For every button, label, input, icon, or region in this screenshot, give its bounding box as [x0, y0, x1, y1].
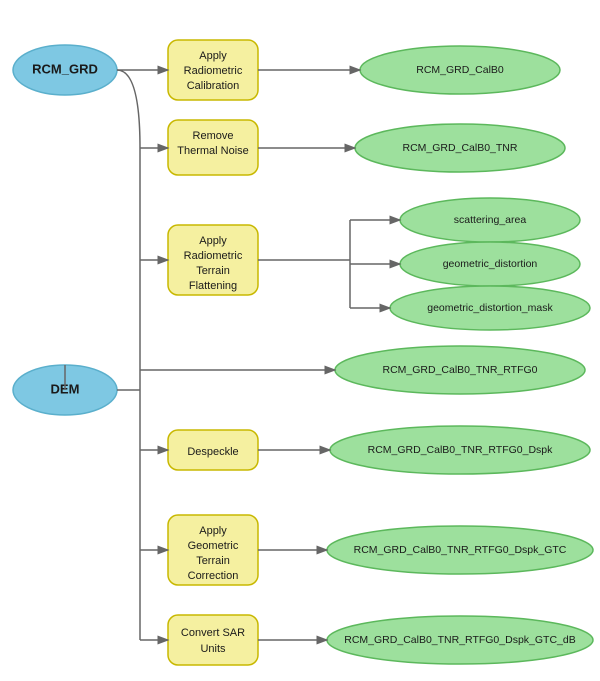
out-calb0-node: RCM_GRD_CalB0	[360, 46, 560, 94]
out-gtc-node: RCM_GRD_CalB0_TNR_RTFG0_Dspk_GTC	[327, 526, 593, 574]
svg-text:Apply: Apply	[199, 525, 227, 537]
svg-text:Convert SAR: Convert SAR	[181, 627, 245, 639]
out-calb0-tnr-node: RCM_GRD_CalB0_TNR	[355, 124, 565, 172]
svg-text:Terrain: Terrain	[196, 555, 230, 567]
conn-rcmgrd-tnr-v	[117, 70, 140, 148]
out-gtc-label: RCM_GRD_CalB0_TNR_RTFG0_Dspk_GTC	[354, 544, 567, 556]
out-db-node: RCM_GRD_CalB0_TNR_RTFG0_Dspk_GTC_dB	[327, 616, 593, 664]
out-calb0-label: RCM_GRD_CalB0	[416, 64, 504, 76]
despeckle-node: Despeckle	[168, 430, 258, 470]
out-dspk-label: RCM_GRD_CalB0_TNR_RTFG0_Dspk	[368, 444, 554, 456]
out-dspk-node: RCM_GRD_CalB0_TNR_RTFG0_Dspk	[330, 426, 590, 474]
svg-text:Apply: Apply	[199, 235, 227, 247]
out-db-label: RCM_GRD_CalB0_TNR_RTFG0_Dspk_GTC_dB	[344, 634, 575, 646]
svg-text:Calibration: Calibration	[187, 80, 240, 92]
apply-geo-terrain-node: Apply Geometric Terrain Correction	[168, 515, 258, 585]
out-geo-dist-node: geometric_distortion	[400, 242, 580, 286]
svg-text:Despeckle: Despeckle	[187, 446, 238, 458]
svg-text:Units: Units	[200, 643, 226, 655]
svg-text:Thermal Noise: Thermal Noise	[177, 145, 249, 157]
rcm-grd-label: RCM_GRD	[32, 61, 98, 76]
apply-radio-cal-node: Apply Radiometric Calibration	[168, 40, 258, 100]
svg-text:Remove: Remove	[193, 130, 234, 142]
apply-radio-terrain-node: Apply Radiometric Terrain Flattening	[168, 225, 258, 295]
svg-text:Flattening: Flattening	[189, 280, 237, 292]
svg-text:Radiometric: Radiometric	[184, 65, 243, 77]
out-rtfg0-node: RCM_GRD_CalB0_TNR_RTFG0	[335, 346, 585, 394]
out-calb0-tnr-label: RCM_GRD_CalB0_TNR	[403, 142, 518, 154]
out-geo-dist-mask-node: geometric_distortion_mask	[390, 286, 590, 330]
svg-text:Radiometric: Radiometric	[184, 250, 243, 262]
out-scattering-label: scattering_area	[454, 214, 527, 226]
out-rtfg0-label: RCM_GRD_CalB0_TNR_RTFG0	[382, 364, 537, 376]
out-scattering-node: scattering_area	[400, 198, 580, 242]
svg-text:Apply: Apply	[199, 50, 227, 62]
svg-text:Geometric: Geometric	[188, 540, 239, 552]
out-geo-dist-label: geometric_distortion	[443, 258, 538, 270]
svg-text:Correction: Correction	[188, 570, 239, 582]
rcm-grd-node: RCM_GRD	[13, 45, 117, 95]
out-geo-dist-mask-label: geometric_distortion_mask	[427, 302, 553, 314]
convert-sar-node: Convert SAR Units	[168, 615, 258, 665]
svg-text:Terrain: Terrain	[196, 265, 230, 277]
remove-thermal-node: Remove Thermal Noise	[168, 120, 258, 175]
